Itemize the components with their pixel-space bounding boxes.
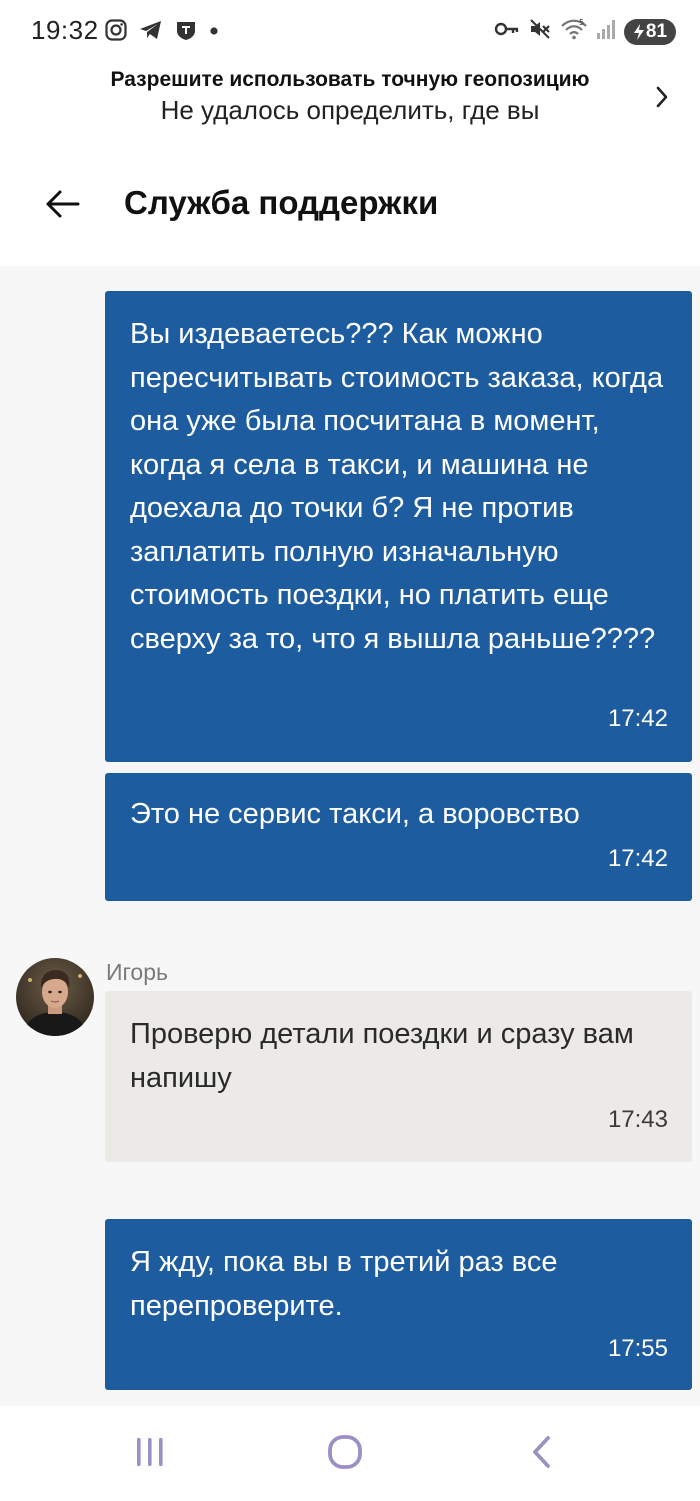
message-time: 17:42	[607, 705, 668, 732]
recent-apps-icon	[133, 1435, 167, 1474]
recent-apps-button[interactable]	[130, 1434, 170, 1474]
agent-avatar[interactable]	[16, 958, 94, 1036]
message-text: Это не сервис такси, а воровство	[130, 798, 580, 830]
status-bar: 19:32 5 81	[0, 0, 700, 60]
message-time: 17:43	[607, 1106, 668, 1133]
chevron-right-icon[interactable]	[654, 84, 670, 115]
battery-level: 81	[645, 20, 668, 42]
back-button[interactable]	[38, 186, 86, 226]
outgoing-message[interactable]: Это не сервис такси, а воровство 17:42	[105, 773, 692, 901]
page-title: Служба поддержки	[124, 184, 439, 221]
system-navigation-bar	[0, 1406, 700, 1501]
message-text: Я жду, пока вы в третий раз все перепров…	[130, 1246, 558, 1322]
arrow-left-icon	[44, 189, 80, 224]
geolocation-banner-subtitle: Не удалось определить, где вы	[160, 95, 540, 125]
message-text: Проверю детали поездки и сразу вам напиш…	[130, 1018, 634, 1094]
key-icon	[494, 17, 520, 46]
wifi-icon: 5	[560, 17, 588, 46]
app-header: Служба поддержки	[0, 142, 700, 266]
outgoing-message[interactable]: Я жду, пока вы в третий раз все перепров…	[105, 1219, 692, 1390]
signal-icon	[596, 17, 616, 46]
geolocation-banner[interactable]: Разрешите использовать точную геопозицию…	[0, 60, 700, 142]
telegram-icon	[138, 18, 164, 47]
home-button[interactable]	[325, 1434, 365, 1474]
message-time: 17:42	[607, 845, 668, 872]
incoming-message[interactable]: Проверю детали поездки и сразу вам напиш…	[105, 991, 692, 1162]
battery-icon: 81	[624, 18, 676, 45]
message-text: Вы издеваетесь??? Как можно пересчитыват…	[130, 318, 664, 655]
message-time: 17:55	[607, 1335, 668, 1362]
instagram-icon	[104, 18, 128, 47]
shield-app-icon	[174, 18, 198, 47]
svg-text:5: 5	[579, 18, 584, 27]
notification-icons	[104, 18, 220, 47]
chat-thread[interactable]: Вы издеваетесь??? Как можно пересчитыват…	[0, 266, 700, 1406]
home-icon	[326, 1433, 364, 1476]
system-icons: 5 81	[494, 17, 676, 46]
dot-icon	[208, 18, 220, 47]
outgoing-message[interactable]: Вы издеваетесь??? Как можно пересчитыват…	[105, 291, 692, 762]
status-time: 19:32	[31, 15, 99, 45]
geolocation-banner-title: Разрешите использовать точную геопозицию	[110, 68, 590, 91]
system-back-button[interactable]	[522, 1434, 562, 1474]
chevron-left-icon	[529, 1434, 555, 1475]
sender-name: Игорь	[106, 959, 168, 985]
mute-icon	[528, 17, 552, 46]
